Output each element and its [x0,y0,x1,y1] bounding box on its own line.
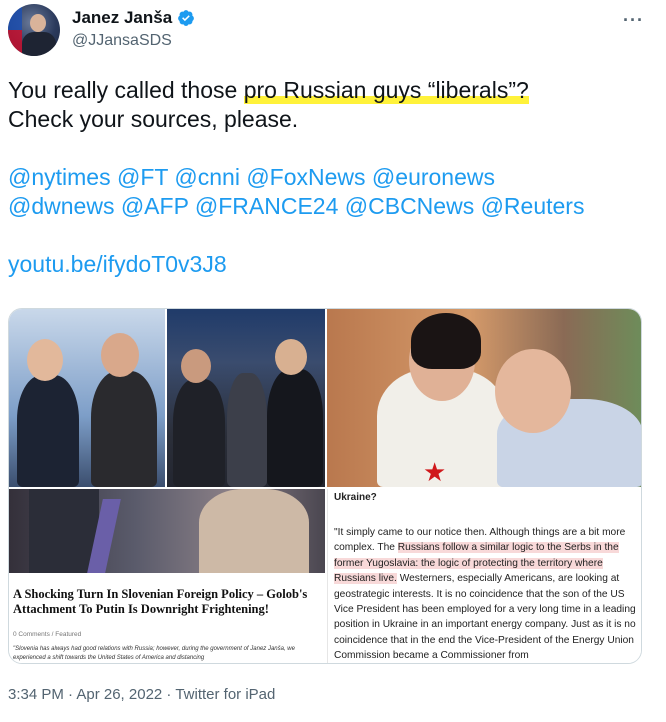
tweet-line-1: You really called those pro Russian guys… [8,76,648,105]
avatar-suit [22,32,56,56]
youtube-link[interactable]: youtu.be/ifydoT0v3J8 [8,250,648,279]
figure-left [17,375,79,487]
quote-paragraph: "It simply came to our notice then. Alth… [334,525,640,663]
figure-right-head [101,333,139,377]
tweet-metadata[interactable]: 3:34 PM · Apr 26, 2022 · Twitter for iPa… [8,686,275,703]
quote-text-rest: Westerners, especially Americans, are lo… [334,573,636,662]
audience-figure-2 [227,373,267,487]
mentions-line-2[interactable]: @dwnews @AFP @FRANCE24 @CBCNews @Reuters [8,192,648,221]
article-title: A Shocking Turn In Slovenian Foreign Pol… [13,587,308,616]
suit-shape-1 [29,489,99,573]
photo-embrace[interactable]: ★ [327,309,641,487]
verified-badge-icon [178,10,195,26]
figure-left-head [27,339,63,381]
hair-shape [411,313,481,369]
photo-handshake[interactable] [9,309,165,487]
embrace-head-right [495,349,571,433]
tweet-line-2: Check your sources, please. [8,106,299,132]
article-excerpt: "Slovenia has always had good relations … [13,646,295,661]
article-photo [9,489,325,573]
name-row: Janez Janša [72,8,195,28]
figure-shape [199,489,309,573]
article-screenshot-left[interactable]: A Shocking Turn In Slovenian Foreign Pol… [9,489,325,663]
flag-shape [8,4,22,56]
avatar-face [30,14,46,32]
avatar[interactable] [8,4,60,56]
user-handle[interactable]: @JJansaSDS [72,32,172,50]
more-options-icon[interactable]: ··· [623,10,644,31]
highlight-3: Russians live. [334,573,397,585]
figure-right [91,371,157,487]
article-quote: "It simply came to our notice then. Alth… [334,525,640,663]
tweet-text-start: You really called those [8,77,244,103]
article-screenshot-right[interactable]: Ukraine? "It simply came to our notice t… [327,489,641,663]
media-collage[interactable]: ★ A Shocking Turn In Slovenian Foreign P… [8,308,642,664]
red-star-icon: ★ [423,457,447,487]
photo-audience[interactable] [167,309,325,487]
highlight-2: former Yugoslavia: the logic of protecti… [334,557,603,569]
audience-figure-1 [173,379,225,487]
mentions-line-1[interactable]: @nytimes @FT @cnni @FoxNews @euronews [8,163,648,192]
tweet-body: You really called those pro Russian guys… [8,76,648,279]
audience-head-3 [275,339,307,375]
article-heading: Ukraine? [334,492,377,503]
article-meta: 0 Comments / Featured [13,631,82,638]
tweet-header: Janez Janša @JJansaSDS ··· [8,4,658,60]
audience-head-1 [181,349,211,383]
highlighted-text: pro Russian guys “liberals”? [243,77,529,104]
highlight-1: Russians follow a similar logic to the S… [397,542,619,554]
display-name[interactable]: Janez Janša [72,8,172,28]
audience-figure-3 [267,369,323,487]
